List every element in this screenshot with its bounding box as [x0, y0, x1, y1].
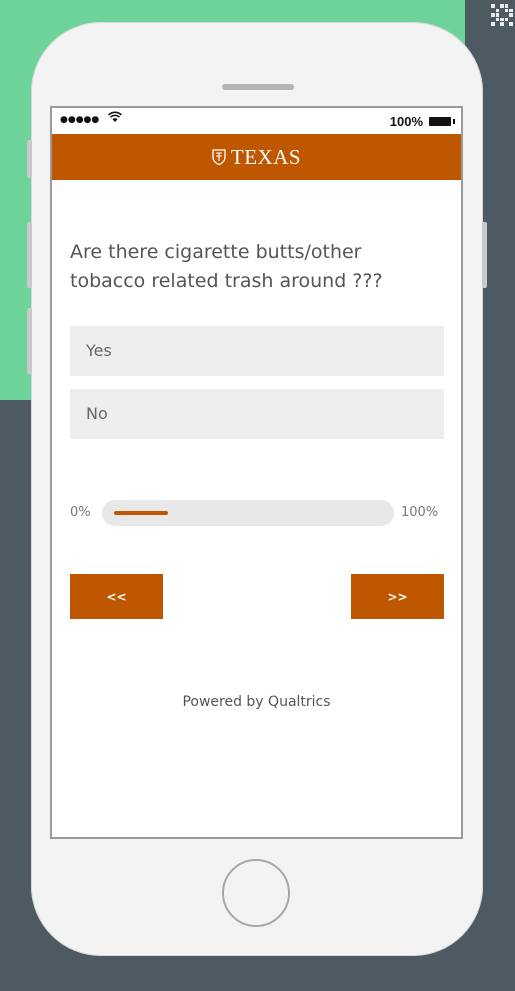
- battery-icon: [429, 117, 455, 126]
- progress-bar: [102, 500, 394, 526]
- volume-up-button: [27, 222, 32, 288]
- choice-label: No: [86, 404, 108, 423]
- battery-percentage: 100%: [389, 114, 423, 129]
- wifi-icon: [108, 111, 122, 127]
- shield-icon: [212, 149, 226, 166]
- volume-down-button: [27, 308, 32, 374]
- home-button[interactable]: [222, 859, 290, 927]
- survey-header: TEXAS: [52, 134, 461, 180]
- powered-by-link[interactable]: Powered by Qualtrics: [182, 694, 330, 710]
- progress-end-label: 100%: [401, 505, 439, 520]
- choice-label: Yes: [86, 341, 112, 360]
- brand-logo-text: TEXAS: [230, 144, 302, 169]
- back-button[interactable]: <<: [70, 574, 163, 619]
- phone-screen: ●●●●● 100% TEXAS Are there cigarette but…: [50, 106, 463, 839]
- signal-strength-icon: ●●●●●: [60, 115, 100, 125]
- choice-no[interactable]: No: [70, 389, 444, 439]
- phone-speaker: [222, 84, 294, 90]
- progress-bar-fill: [114, 511, 168, 515]
- progress-start-label: 0%: [70, 505, 91, 520]
- question-text: Are there cigarette butts/other tobacco …: [70, 241, 383, 292]
- choice-yes[interactable]: Yes: [70, 326, 444, 376]
- next-button[interactable]: >>: [351, 574, 444, 619]
- powered-by-footer: Powered by Qualtrics: [52, 694, 461, 710]
- qr-code-icon[interactable]: [491, 4, 513, 26]
- status-bar: ●●●●● 100%: [52, 108, 461, 134]
- silent-switch: [27, 140, 32, 178]
- power-button: [482, 222, 487, 288]
